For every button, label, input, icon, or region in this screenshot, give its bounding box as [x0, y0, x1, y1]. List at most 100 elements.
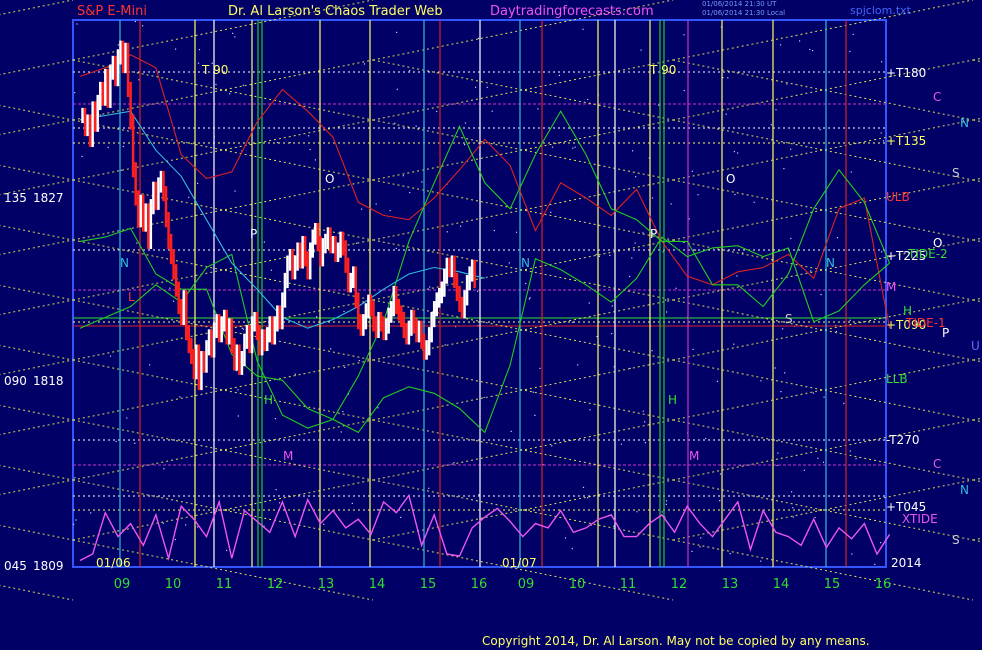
background-dot	[400, 516, 402, 518]
background-dot	[822, 461, 825, 463]
lattice-line	[972, 297, 982, 301]
planet-s-right-1: S	[952, 166, 960, 180]
lattice-line	[0, 59, 74, 76]
background-dot	[819, 129, 821, 131]
planet-m-marker-2: M	[689, 449, 700, 463]
background-dot	[340, 431, 342, 433]
background-dot	[478, 37, 480, 40]
background-dot	[636, 511, 638, 513]
background-dot	[529, 297, 531, 299]
background-dot	[539, 367, 541, 369]
background-dot	[525, 282, 527, 285]
symbol-title: S&P E-Mini	[77, 4, 147, 19]
background-dot	[642, 410, 644, 412]
background-dot	[126, 417, 128, 419]
lattice-line	[0, 0, 74, 16]
series-xtide-line	[79, 493, 891, 562]
background-dot	[849, 450, 851, 452]
background-dot	[670, 203, 672, 205]
planet-n-right-1: N	[960, 116, 969, 130]
background-dot	[692, 348, 694, 350]
background-dot	[697, 194, 699, 196]
label-minus-t270: -T270	[886, 433, 920, 447]
background-dot	[229, 93, 231, 95]
timestamp-local: 01/06/2014 21:30 Local	[702, 9, 786, 17]
background-dot	[551, 445, 553, 447]
background-dot	[753, 201, 755, 203]
background-dot	[666, 311, 668, 313]
background-dot	[550, 211, 552, 213]
site-link[interactable]: Daytradingforecasts.com	[490, 4, 654, 19]
background-dot	[138, 79, 140, 81]
background-dot	[675, 287, 677, 289]
background-dot	[149, 364, 151, 366]
background-dot	[534, 414, 536, 416]
label-llb: LLB	[886, 372, 908, 386]
background-dot	[344, 366, 346, 368]
t90-marker-day2: T 90	[650, 63, 677, 77]
background-dot	[733, 343, 735, 345]
background-dot	[163, 468, 165, 470]
lattice-line	[972, 477, 982, 481]
lattice-line	[0, 239, 74, 256]
background-dot	[73, 523, 75, 525]
background-dot	[342, 411, 344, 413]
background-dot	[683, 34, 685, 36]
lattice-line	[0, 224, 74, 241]
lattice-line	[972, 59, 982, 63]
background-dot	[197, 62, 200, 64]
background-dot	[574, 146, 576, 148]
background-dot	[188, 196, 190, 198]
x-tick-label: 16	[875, 577, 892, 592]
background-dot	[688, 218, 690, 220]
background-dot	[493, 229, 495, 232]
background-dot	[635, 176, 637, 178]
background-dot	[237, 389, 239, 391]
background-dot	[274, 418, 276, 420]
background-dot	[134, 20, 136, 23]
background-dot	[174, 538, 176, 541]
background-dot	[478, 494, 480, 496]
background-dot	[577, 364, 579, 366]
lattice-line	[972, 419, 982, 423]
background-dot	[705, 437, 707, 440]
background-dot	[528, 298, 530, 300]
lattice-line	[972, 239, 982, 243]
label-ulb: ULB	[886, 190, 910, 204]
background-dot	[852, 33, 854, 35]
lattice-line	[972, 177, 982, 181]
y-tick-price-1827: 1827	[33, 191, 64, 205]
background-dot	[792, 507, 794, 509]
background-dot	[779, 44, 782, 46]
background-dot	[179, 396, 181, 398]
background-dot	[475, 86, 477, 88]
planet-h-marker-1: H	[264, 393, 274, 407]
background-dot	[460, 225, 462, 227]
background-dot	[242, 328, 245, 330]
background-dot	[377, 407, 379, 409]
x-tick-label: 15	[824, 577, 841, 592]
x-tick-label: 12	[267, 577, 284, 592]
background-dot	[665, 500, 668, 502]
planet-n-marker-3: N	[826, 256, 835, 270]
lattice-line	[972, 539, 982, 543]
background-dot	[880, 132, 882, 134]
lattice-line	[972, 237, 982, 241]
background-dot	[343, 310, 345, 312]
x-tick-label: 09	[114, 577, 131, 592]
x-tick-label: 11	[620, 577, 637, 592]
lattice-line	[0, 419, 74, 436]
planet-c-right-1: C	[933, 90, 942, 104]
background-dot	[316, 316, 318, 318]
background-dot	[486, 86, 488, 88]
planet-l-marker: L	[128, 290, 135, 304]
background-dot	[719, 500, 721, 502]
background-dot	[719, 473, 722, 475]
background-dot	[620, 443, 622, 445]
date-label-day1: 01/06	[96, 556, 131, 570]
background-dot	[389, 210, 391, 212]
background-dot	[551, 146, 554, 148]
background-dot	[598, 255, 600, 257]
background-dot	[175, 48, 177, 50]
background-dot	[241, 327, 243, 329]
